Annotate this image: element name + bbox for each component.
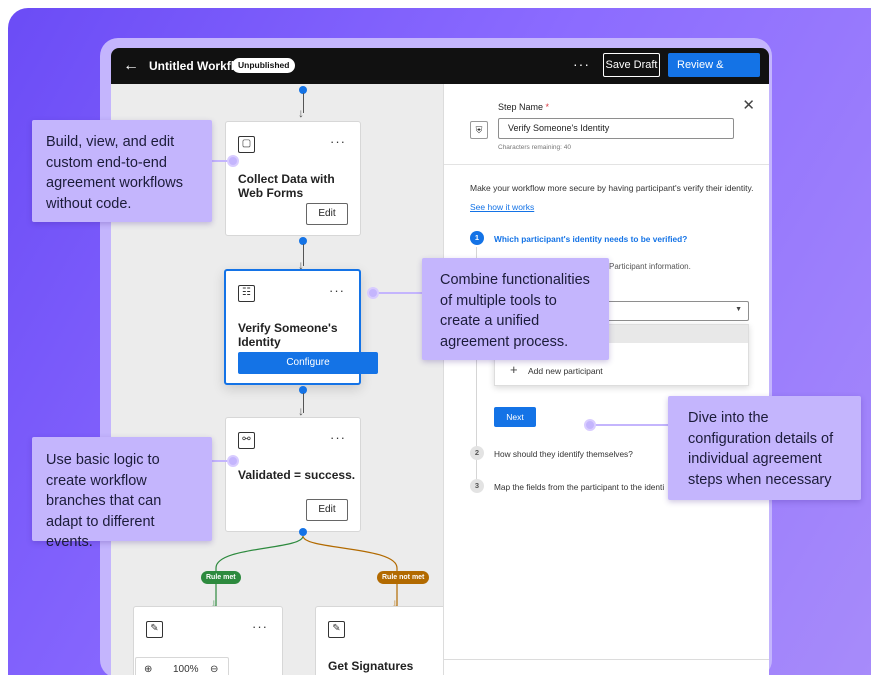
step-number-3: 3 bbox=[470, 479, 484, 493]
plus-icon[interactable]: + bbox=[510, 363, 518, 376]
save-draft-button[interactable]: Save Draft bbox=[603, 53, 660, 77]
divider bbox=[444, 164, 769, 165]
zoom-out-icon[interactable]: ⊖ bbox=[210, 664, 218, 675]
callout-build: Build, view, and edit custom end-to-end … bbox=[32, 120, 212, 222]
callout-logic: Use basic logic to create workflow branc… bbox=[32, 437, 212, 550]
zoom-in-icon[interactable]: ⊕ bbox=[144, 664, 152, 675]
top-bar: ← Untitled Workflow Unpublished ··· Save… bbox=[111, 48, 769, 95]
card-title: Validated = success. bbox=[238, 468, 356, 482]
step-name-label-text: Step Name bbox=[498, 102, 544, 112]
step-name-label: Step Name * bbox=[498, 102, 549, 112]
pen-icon: ✎ bbox=[328, 621, 345, 638]
next-button[interactable]: Next bbox=[494, 407, 536, 427]
step-3-title[interactable]: Map the fields from the participant to t… bbox=[494, 482, 664, 492]
status-badge: Unpublished bbox=[232, 58, 296, 73]
card-title: Get Signatures bbox=[328, 659, 414, 673]
see-how-it-works-link[interactable]: See how it works bbox=[470, 202, 534, 212]
rule-met-badge[interactable]: Rule met bbox=[201, 571, 241, 584]
add-new-participant[interactable]: Add new participant bbox=[528, 366, 603, 376]
card-more-icon[interactable]: ··· bbox=[252, 619, 268, 634]
rule-not-met-badge[interactable]: Rule not met bbox=[377, 571, 430, 584]
review-publish-button[interactable]: Review & Publish ▶ bbox=[668, 53, 760, 95]
configuration-panel: Step Name * ✕ ⛨ Verify Someone's Identit… bbox=[443, 84, 769, 675]
card-more-icon[interactable]: ··· bbox=[329, 283, 345, 298]
step-name-input[interactable]: Verify Someone's Identity bbox=[498, 118, 734, 139]
callout-dive: Dive into the configuration details of i… bbox=[668, 396, 861, 500]
arrow-down-icon: ↓ bbox=[298, 404, 304, 418]
callout-connector bbox=[376, 292, 422, 294]
callout-dot bbox=[367, 287, 379, 299]
more-options-icon[interactable]: ··· bbox=[573, 56, 590, 72]
panel-intro: Make your workflow more secure by having… bbox=[470, 183, 754, 193]
step-1-title[interactable]: Which participant's identity needs to be… bbox=[494, 234, 687, 244]
panel-footer-divider bbox=[444, 659, 769, 660]
card-more-icon[interactable]: ··· bbox=[330, 430, 346, 445]
callout-connector bbox=[592, 424, 668, 426]
callout-dot bbox=[584, 419, 596, 431]
zoom-value: 100% bbox=[173, 664, 199, 675]
step-card-collect-data[interactable]: ▢ ··· Collect Data with Web Forms Edit bbox=[225, 121, 361, 236]
branch-icon: ⚯ bbox=[238, 432, 255, 449]
callout-dot bbox=[227, 455, 239, 467]
callout-combine: Combine functionalities of multiple tool… bbox=[422, 258, 609, 360]
step-card-validated[interactable]: ⚯ ··· Validated = success. Edit bbox=[225, 417, 361, 532]
arrow-down-icon: ↓ bbox=[298, 106, 304, 120]
characters-remaining: Characters remaining: 40 bbox=[498, 144, 571, 151]
step-number-2: 2 bbox=[470, 446, 484, 460]
step-card-get-signatures[interactable]: ✎ Get Signatures bbox=[315, 606, 455, 675]
edit-button[interactable]: Edit bbox=[306, 499, 348, 521]
required-mark: * bbox=[545, 102, 550, 112]
zoom-control: ⊕ 100% ⊖ bbox=[135, 657, 229, 675]
card-title: Verify Someone's Identity bbox=[238, 321, 338, 349]
step-card-verify-identity[interactable]: ☷ ··· Verify Someone's Identity Configur… bbox=[224, 269, 378, 385]
card-more-icon[interactable]: ··· bbox=[330, 134, 346, 149]
pen-icon: ✎ bbox=[146, 621, 163, 638]
back-arrow-icon[interactable]: ← bbox=[123, 57, 139, 75]
chevron-down-icon: ▼ bbox=[735, 306, 742, 313]
card-title: Collect Data with Web Forms bbox=[238, 172, 335, 200]
edit-button[interactable]: Edit bbox=[306, 203, 348, 225]
id-card-icon: ☷ bbox=[238, 285, 255, 302]
close-icon[interactable]: ✕ bbox=[742, 96, 755, 114]
step-2-title[interactable]: How should they identify themselves? bbox=[494, 449, 633, 459]
configure-button[interactable]: Configure bbox=[238, 352, 378, 374]
step-number-1: 1 bbox=[470, 231, 484, 245]
shield-icon: ⛨ bbox=[470, 121, 488, 139]
clipboard-icon: ▢ bbox=[238, 136, 255, 153]
participant-info-text: Participant information. bbox=[609, 262, 691, 271]
callout-dot bbox=[227, 155, 239, 167]
